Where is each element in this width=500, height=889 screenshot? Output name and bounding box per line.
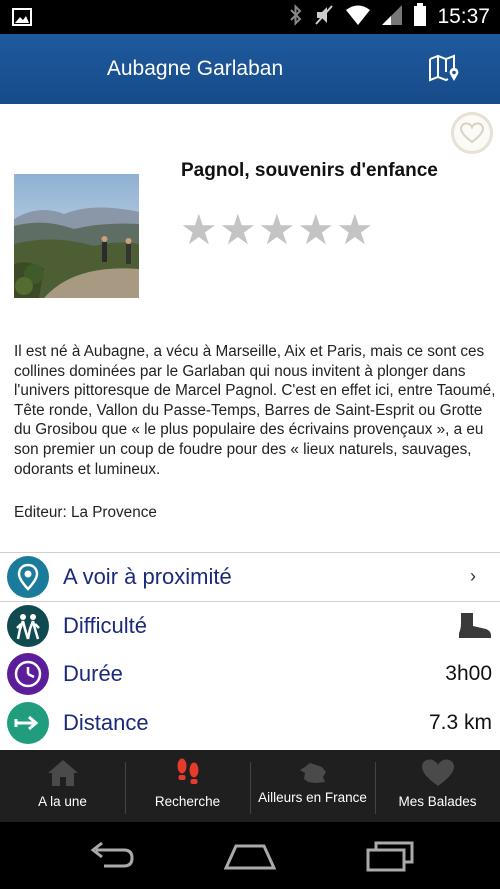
distance-value: 7.3 km [428,710,492,734]
arrow-icon [7,701,49,744]
walk-description: Il est né à Aubagne, a vécu à Marseille,… [14,343,496,478]
row-label: Distance [63,709,149,735]
row-label: Durée [63,661,123,687]
walk-photo[interactable] [14,174,139,298]
row-label: Difficulté [63,612,147,638]
walk-title: Pagnol, souvenirs d'enfance [181,160,438,181]
tab-label: Recherche [154,794,221,809]
star-rating[interactable]: ★ ★ ★ ★ ★ [180,209,374,251]
tab-my-walks[interactable]: Mes Balades [375,750,500,822]
footprints-icon [171,756,205,790]
recents-icon[interactable] [366,840,416,872]
wifi-icon [345,4,371,31]
star-icon[interactable]: ★ [258,209,296,251]
chevron-right-icon: › [470,566,476,587]
mute-icon [313,3,335,32]
tab-label: Ailleurs en France [258,790,367,805]
row-distance: Distance 7.3 km [0,699,500,748]
france-map-icon [296,756,330,790]
system-nav-bar [0,822,500,889]
boot-icon [458,611,492,644]
row-label: A voir à proximité [63,563,232,589]
bluetooth-icon [289,3,303,31]
app-title: Aubagne Garlaban [106,57,284,80]
hikers-icon [7,604,49,647]
row-duration: Durée 3h00 [0,650,500,699]
map-pin-icon[interactable] [428,54,462,84]
image-icon [12,7,32,32]
row-difficulty: Difficulté [0,602,500,651]
tab-search[interactable]: Recherche [125,750,250,822]
bottom-tab-bar: A la une Recherche Ailleurs en France Me… [0,750,500,822]
tab-home[interactable]: A la une [0,750,125,822]
back-icon[interactable] [86,840,136,872]
editor-credit: Editeur: La Provence [14,504,157,521]
status-bar: 15:37 [0,0,500,34]
star-icon[interactable]: ★ [219,209,257,251]
tab-label: A la une [38,794,87,809]
info-list: A voir à proximité › Difficulté Durée 3h… [0,552,500,747]
clock-icon [7,653,49,696]
signal-icon [381,4,403,31]
app-bar: Aubagne Garlaban [0,34,500,104]
duration-value: 3h00 [445,662,492,686]
tab-label: Mes Balades [398,794,477,809]
heart-outline-icon [460,122,484,144]
star-icon[interactable]: ★ [297,209,335,251]
heart-icon [421,756,455,790]
home-nav-icon[interactable] [223,840,277,872]
screen: 15:37 Aubagne Garlaban Pagnol, souvenirs… [0,0,500,889]
home-icon [46,756,80,790]
clock-time: 15:37 [437,5,490,28]
favorite-heart-button[interactable] [451,112,493,154]
star-icon[interactable]: ★ [180,209,218,251]
tab-elsewhere-france[interactable]: Ailleurs en France [250,750,375,822]
star-icon[interactable]: ★ [336,209,374,251]
battery-icon [413,2,427,32]
row-nearby[interactable]: A voir à proximité › [0,553,500,602]
location-pin-icon [7,555,49,598]
